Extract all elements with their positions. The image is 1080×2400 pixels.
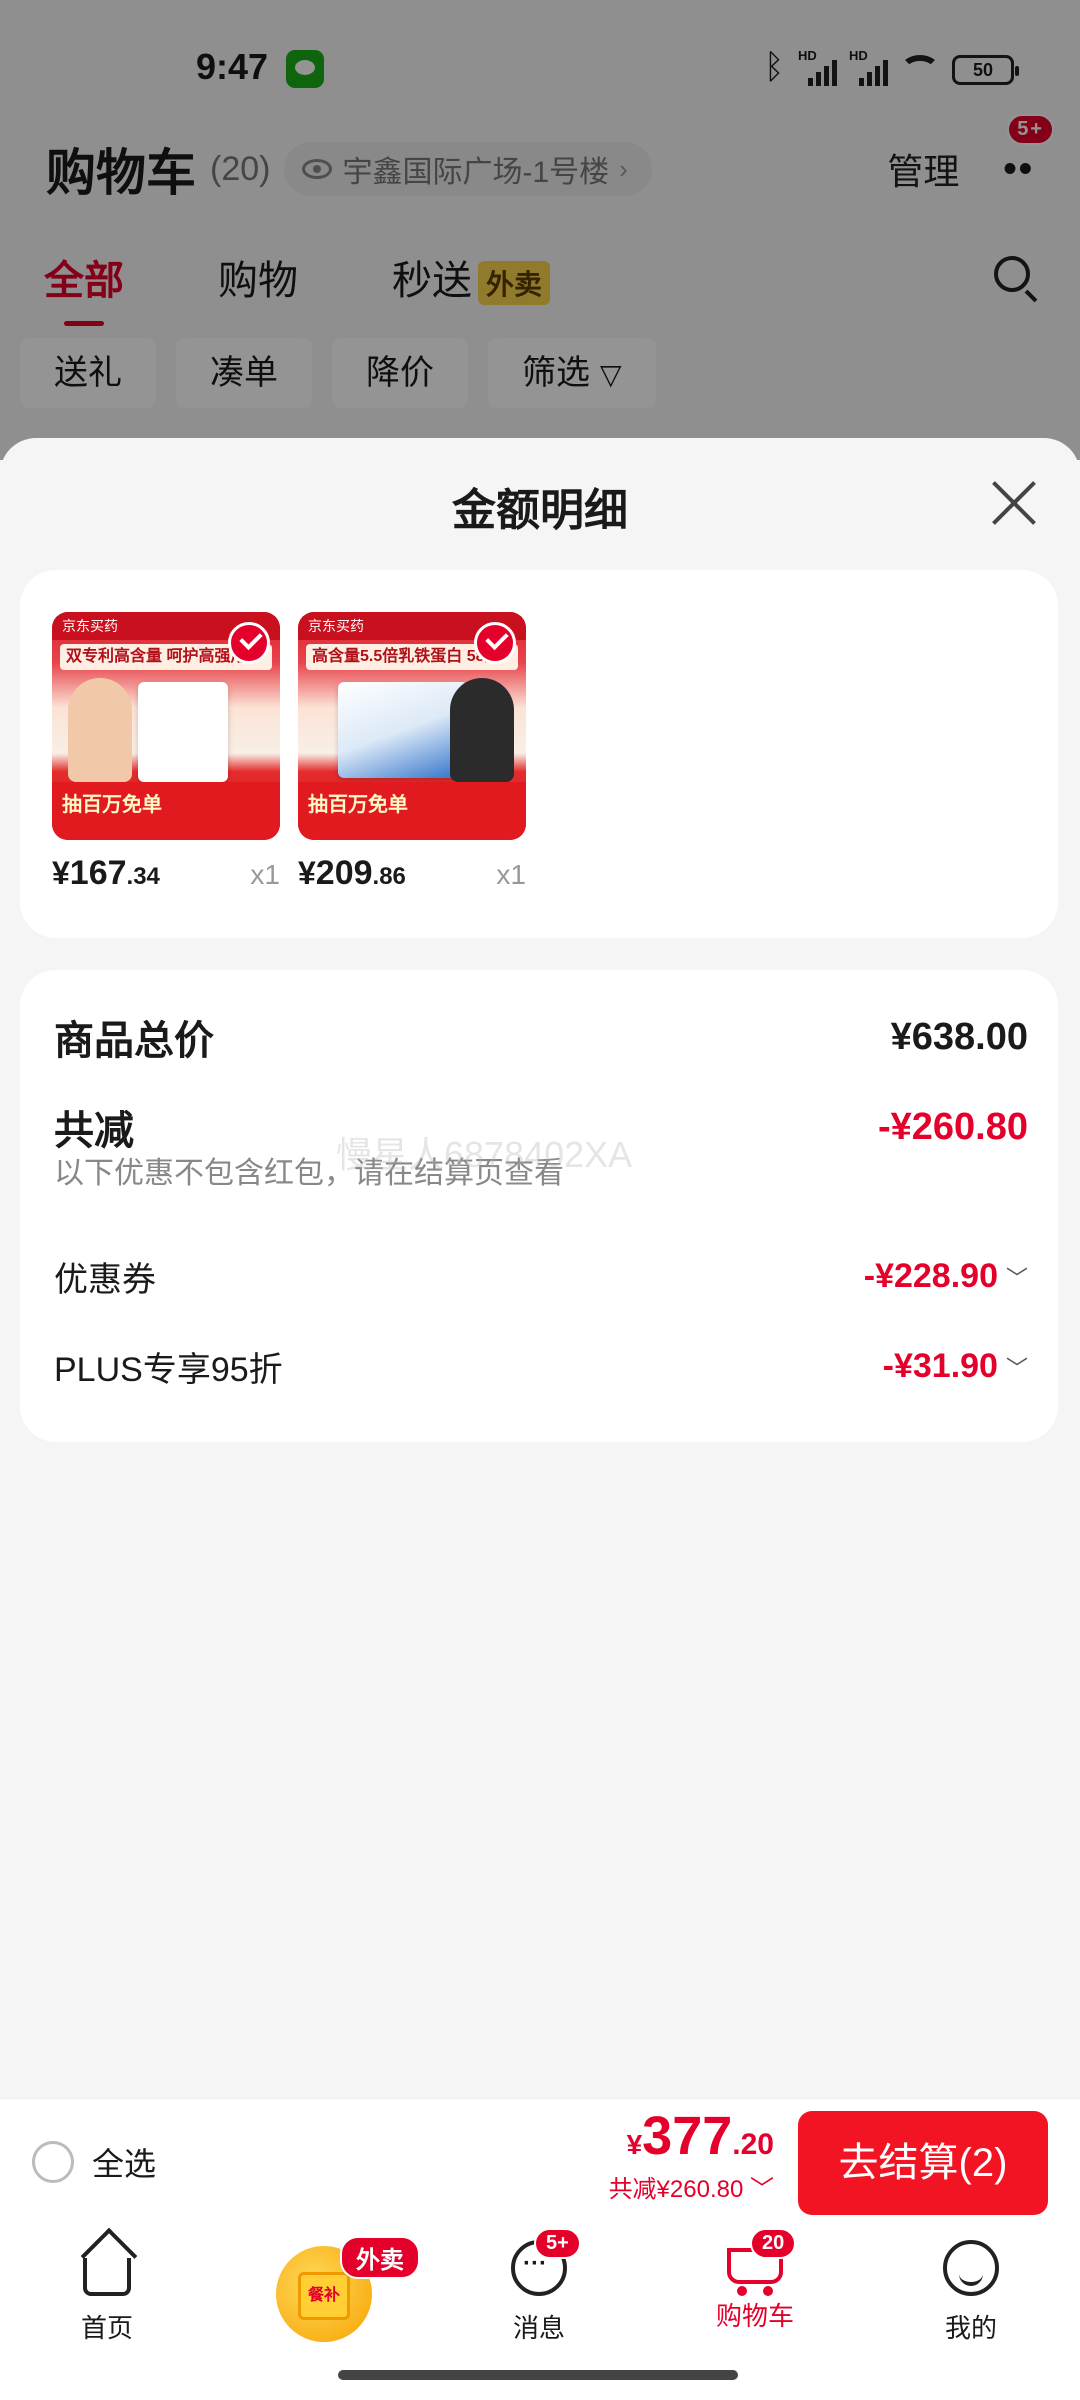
yen-sign: ¥ — [52, 855, 70, 891]
home-icon — [83, 2258, 131, 2296]
chevron-down-icon: ﹀ — [1005, 1355, 1028, 1381]
checkout-total[interactable]: ¥377.20 共减¥260.80 ﹀ — [609, 2105, 774, 2204]
product-image-package — [138, 682, 228, 782]
plus-discount-label: PLUS专享95折 — [54, 1351, 283, 1389]
amount-details-sheet: 金额明细 京东买药 双专利高含量 呵护高强用 抽百万免单 ¥167.34 x1 … — [0, 438, 1080, 2098]
coupon-row[interactable]: 优惠券 -¥228.90 ﹀ — [54, 1252, 1028, 1301]
plus-discount-row[interactable]: PLUS专享95折 -¥31.90 ﹀ — [54, 1342, 1028, 1391]
product-price-int: 167 — [69, 854, 127, 892]
checkout-bar: 全选 ¥377.20 共减¥260.80 ﹀ 去结算(2) — [0, 2098, 1080, 2226]
product-price-row: ¥167.34 x1 — [52, 854, 280, 893]
total-value: ¥638.00 — [890, 1015, 1028, 1058]
sheet-title: 金额明细 — [452, 486, 628, 535]
product-image-promo: 抽百万免单 — [52, 782, 280, 840]
modal-overlay[interactable] — [0, 0, 1080, 460]
meal-subsidy-label: 餐补 — [298, 2272, 350, 2320]
total-row: 商品总价 ¥638.00 — [54, 1008, 1028, 1066]
total-label: 商品总价 — [54, 1019, 214, 1063]
cart-badge: 20 — [750, 2228, 797, 2259]
coupon-value: -¥228.90 — [863, 1257, 998, 1295]
reduce-value: -¥260.80 — [877, 1105, 1028, 1148]
checkout-price-dec: .20 — [732, 2128, 774, 2161]
product-image: 京东买药 双专利高含量 呵护高强用 抽百万免单 — [52, 612, 280, 840]
nav-mine-label: 我的 — [944, 2313, 997, 2343]
discount-note: 以下优惠不包含红包，请在结算页查看 — [54, 1157, 564, 1190]
nav-cart[interactable]: 20 购物车 — [680, 2228, 830, 2333]
select-all-radio[interactable] — [32, 2141, 74, 2183]
product-item[interactable]: 京东买药 高含量5.5倍乳铁蛋白 58重 抽百万免单 ¥209.86 x1 — [298, 612, 526, 893]
product-image-model — [68, 678, 132, 782]
nav-messages[interactable]: 5+ 消息 — [464, 2228, 614, 2345]
checkout-button[interactable]: 去结算(2) — [798, 2111, 1048, 2215]
messages-badge: 5+ — [534, 2228, 581, 2259]
checkout-saved-text: 共减¥260.80 — [608, 2176, 744, 2203]
select-all-label: 全选 — [92, 2146, 157, 2182]
checkout-price-int: 377 — [642, 2106, 733, 2166]
takeout-badge: 外卖 — [340, 2236, 420, 2279]
checkout-saved: 共减¥260.80 ﹀ — [609, 2169, 774, 2204]
product-item[interactable]: 京东买药 双专利高含量 呵护高强用 抽百万免单 ¥167.34 x1 — [52, 612, 280, 893]
nav-home[interactable]: 首页 — [32, 2240, 182, 2345]
product-price-int: 209 — [315, 854, 373, 892]
product-quantity: x1 — [250, 859, 280, 890]
product-quantity: x1 — [496, 859, 526, 890]
nav-cart-label: 购物车 — [715, 2301, 794, 2331]
person-icon — [943, 2240, 999, 2296]
product-image: 京东买药 高含量5.5倍乳铁蛋白 58重 抽百万免单 — [298, 612, 526, 840]
nav-messages-label: 消息 — [512, 2313, 565, 2343]
select-all-toggle[interactable]: 全选 — [32, 2139, 156, 2185]
selected-check-icon — [474, 622, 516, 664]
chevron-down-icon: ﹀ — [750, 2176, 774, 2203]
checkout-yen: ¥ — [626, 2129, 643, 2160]
selected-products-card: 京东买药 双专利高含量 呵护高强用 抽百万免单 ¥167.34 x1 京东买药 … — [20, 570, 1058, 938]
home-indicator[interactable] — [338, 2370, 738, 2380]
product-image-package — [338, 682, 468, 778]
product-image-model — [450, 678, 514, 782]
product-image-promo: 抽百万免单 — [298, 782, 526, 840]
price-summary-card: 商品总价 ¥638.00 共减 -¥260.80 以下优惠不包含红包，请在结算页… — [20, 970, 1058, 1442]
coupon-label: 优惠券 — [54, 1261, 156, 1299]
close-icon[interactable] — [990, 478, 1038, 526]
product-price-row: ¥209.86 x1 — [298, 854, 526, 893]
chevron-down-icon: ﹀ — [1005, 1265, 1028, 1291]
checkout-price: ¥377.20 — [609, 2105, 774, 2167]
selected-check-icon — [228, 622, 270, 664]
nav-home-label: 首页 — [80, 2313, 133, 2343]
plus-discount-value: -¥31.90 — [882, 1347, 998, 1385]
product-price-dec: .34 — [126, 863, 160, 890]
product-price-dec: .86 — [372, 863, 406, 890]
nav-mine[interactable]: 我的 — [896, 2240, 1046, 2345]
yen-sign: ¥ — [298, 855, 316, 891]
